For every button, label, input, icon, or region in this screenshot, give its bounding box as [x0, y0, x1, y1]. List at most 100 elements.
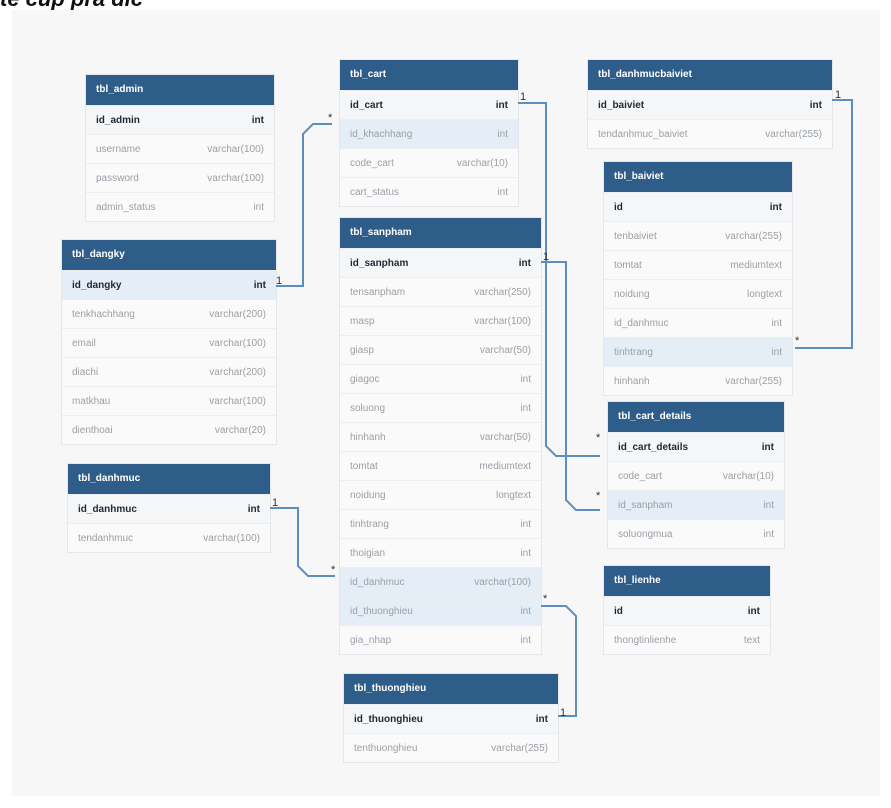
- column-row[interactable]: cart_status int: [340, 177, 518, 206]
- column-name: admin_status: [96, 202, 156, 213]
- column-name: id: [614, 202, 623, 213]
- column-name: matkhau: [72, 396, 111, 407]
- table-lienhe[interactable]: tbl_lienhe id int thongtinlienhe text: [604, 566, 770, 654]
- column-row[interactable]: username varchar(100): [86, 134, 274, 163]
- column-row[interactable]: code_cart varchar(10): [608, 461, 784, 490]
- column-row[interactable]: tenkhachhang varchar(200): [62, 299, 276, 328]
- column-type: int: [247, 504, 260, 515]
- primary-key-row[interactable]: id_baiviet int: [588, 90, 832, 119]
- column-type: int: [763, 500, 774, 511]
- table-dangky[interactable]: tbl_dangky id_dangky int tenkhachhang varcha…: [62, 240, 276, 444]
- column-row[interactable]: password varchar(100): [86, 163, 274, 192]
- column-name: tendanhmuc_baiviet: [598, 129, 688, 140]
- table-header[interactable]: tbl_admin: [86, 75, 274, 105]
- column-type: varchar(255): [491, 743, 548, 754]
- column-row[interactable]: id_thuonghieu int: [340, 596, 541, 625]
- column-row[interactable]: matkhau varchar(100): [62, 386, 276, 415]
- column-row[interactable]: tinhtrang int: [340, 509, 541, 538]
- column-row[interactable]: tenbaiviet varchar(255): [604, 221, 792, 250]
- column-type: longtext: [495, 490, 531, 501]
- column-name: dienthoai: [72, 425, 113, 436]
- column-type: int: [520, 403, 531, 414]
- column-row[interactable]: admin_status int: [86, 192, 274, 221]
- column-name: tinhtrang: [614, 347, 653, 358]
- column-row[interactable]: email varchar(100): [62, 328, 276, 357]
- column-row[interactable]: hinhanh varchar(50): [340, 422, 541, 451]
- column-row[interactable]: tensanpham varchar(250): [340, 277, 541, 306]
- column-row[interactable]: tendanhmuc_baiviet varchar(255): [588, 119, 832, 148]
- column-name: masp: [350, 316, 375, 327]
- column-row[interactable]: tomtat mediumtext: [340, 451, 541, 480]
- column-row[interactable]: soluong int: [340, 393, 541, 422]
- column-name: id_danhmuc: [350, 577, 405, 588]
- column-type: varchar(50): [479, 345, 531, 356]
- column-row[interactable]: gia_nhap int: [340, 625, 541, 654]
- primary-key-row[interactable]: id_dangky int: [62, 270, 276, 299]
- table-danhmuc[interactable]: tbl_danhmuc id_danhmuc int tendanhmuc varcha…: [68, 464, 270, 552]
- column-name: tenbaiviet: [614, 231, 657, 242]
- column-row[interactable]: dienthoai varchar(20): [62, 415, 276, 444]
- table-header[interactable]: tbl_cart: [340, 60, 518, 90]
- column-row[interactable]: id_sanpham int: [608, 490, 784, 519]
- column-row[interactable]: id_danhmuc int: [604, 308, 792, 337]
- primary-key-row[interactable]: id_danhmuc int: [68, 494, 270, 523]
- column-type: varchar(20): [214, 425, 266, 436]
- column-row[interactable]: noidung longtext: [340, 480, 541, 509]
- column-name: tinhtrang: [350, 519, 389, 530]
- column-row[interactable]: giasp varchar(50): [340, 335, 541, 364]
- column-name: hinhanh: [614, 376, 650, 387]
- column-row[interactable]: id_khachhang int: [340, 119, 518, 148]
- column-row[interactable]: tomtat mediumtext: [604, 250, 792, 279]
- column-type: int: [761, 442, 774, 453]
- primary-key-row[interactable]: id_thuonghieu int: [344, 704, 558, 733]
- column-row[interactable]: tinhtrang int: [604, 337, 792, 366]
- table-thuonghieu[interactable]: tbl_thuonghieu id_thuonghieu int tenthuongh…: [344, 674, 558, 762]
- column-type: varchar(255): [725, 376, 782, 387]
- column-row[interactable]: thoigian int: [340, 538, 541, 567]
- table-header[interactable]: tbl_dangky: [62, 240, 276, 270]
- column-row[interactable]: thongtinlienhe text: [604, 625, 770, 654]
- column-type: varchar(100): [209, 396, 266, 407]
- column-name: email: [72, 338, 96, 349]
- column-row[interactable]: hinhanh varchar(255): [604, 366, 792, 395]
- table-admin[interactable]: tbl_admin id_admin int username varchar(100)…: [86, 75, 274, 221]
- table-header[interactable]: tbl_sanpham: [340, 218, 541, 248]
- primary-key-row[interactable]: id int: [604, 596, 770, 625]
- column-row[interactable]: noidung longtext: [604, 279, 792, 308]
- table-danhmucbaiviet[interactable]: tbl_danhmucbaiviet id_baiviet int tendanhmu…: [588, 60, 832, 148]
- column-name: soluongmua: [618, 529, 673, 540]
- column-type: int: [497, 129, 508, 140]
- column-name: tensanpham: [350, 287, 406, 298]
- table-cart[interactable]: tbl_cart id_cart int id_khachhang int code_ca…: [340, 60, 518, 206]
- column-name: giagoc: [350, 374, 380, 385]
- column-type: int: [809, 100, 822, 111]
- table-header[interactable]: tbl_danhmuc: [68, 464, 270, 494]
- column-type: varchar(10): [722, 471, 774, 482]
- column-row[interactable]: code_cart varchar(10): [340, 148, 518, 177]
- column-row[interactable]: diachi varchar(200): [62, 357, 276, 386]
- primary-key-row[interactable]: id int: [604, 192, 792, 221]
- column-row[interactable]: id_danhmuc varchar(100): [340, 567, 541, 596]
- column-type: text: [743, 635, 760, 646]
- table-cart-details[interactable]: tbl_cart_details id_cart_details int code_c…: [608, 402, 784, 548]
- table-header[interactable]: tbl_baiviet: [604, 162, 792, 192]
- column-row[interactable]: masp varchar(100): [340, 306, 541, 335]
- primary-key-row[interactable]: id_cart int: [340, 90, 518, 119]
- table-header[interactable]: tbl_danhmucbaiviet: [588, 60, 832, 90]
- primary-key-row[interactable]: id_sanpham int: [340, 248, 541, 277]
- table-header[interactable]: tbl_cart_details: [608, 402, 784, 432]
- primary-key-row[interactable]: id_admin int: [86, 105, 274, 134]
- table-baiviet[interactable]: tbl_baiviet id int tenbaiviet varchar(255) to…: [604, 162, 792, 395]
- column-type: varchar(100): [474, 316, 531, 327]
- column-row[interactable]: tenthuonghieu varchar(255): [344, 733, 558, 762]
- column-row[interactable]: tendanhmuc varchar(100): [68, 523, 270, 552]
- table-header[interactable]: tbl_lienhe: [604, 566, 770, 596]
- column-name: thongtinlienhe: [614, 635, 677, 646]
- table-sanpham[interactable]: tbl_sanpham id_sanpham int tensanpham varcha…: [340, 218, 541, 654]
- primary-key-row[interactable]: id_cart_details int: [608, 432, 784, 461]
- column-type: int: [520, 519, 531, 530]
- column-row[interactable]: giagoc int: [340, 364, 541, 393]
- table-header[interactable]: tbl_thuonghieu: [344, 674, 558, 704]
- column-type: mediumtext: [479, 461, 531, 472]
- column-row[interactable]: soluongmua int: [608, 519, 784, 548]
